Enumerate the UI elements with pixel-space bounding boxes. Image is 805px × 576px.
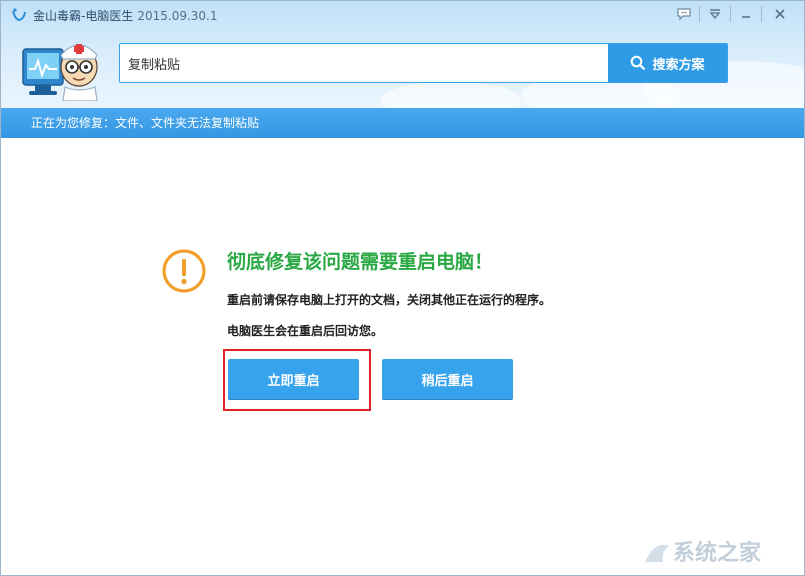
minimize-icon <box>742 16 750 18</box>
main-content: 彻底修复该问题需要重启电脑！ 重启前请保存电脑上打开的文档，关闭其他正在运行的程… <box>1 138 804 575</box>
window-title-text: 金山毒霸-电脑医生 <box>33 9 134 23</box>
search-icon <box>631 55 646 71</box>
window-version: 2015.09.30.1 <box>137 9 218 23</box>
close-icon <box>775 9 785 19</box>
title-separator <box>730 6 731 22</box>
restart-instruction: 重启前请保存电脑上打开的文档，关闭其他正在运行的程序。 <box>227 293 552 307</box>
search-box: 搜索方案 <box>119 43 728 83</box>
restart-now-button[interactable]: 立即重启 <box>228 359 359 399</box>
repair-status-text: 正在为您修复：文件、文件夹无法复制粘贴 <box>31 116 260 130</box>
menu-button[interactable] <box>702 4 728 24</box>
cloud-decoration <box>381 81 521 108</box>
title-separator <box>761 6 762 22</box>
header: 金山毒霸-电脑医生 2015.09.30.1 复制粘贴 搜索方案 <box>1 1 804 108</box>
search-button-label: 搜索方案 <box>652 57 705 73</box>
doctor-mascot-icon <box>22 44 98 101</box>
minimize-button[interactable] <box>733 4 759 24</box>
followup-note: 电脑医生会在重启后回访您。 <box>227 324 384 338</box>
search-input[interactable] <box>120 44 607 82</box>
dropdown-menu-icon <box>709 9 721 20</box>
kingsoft-logo-icon <box>12 8 26 22</box>
watermark-logo: 系统之家 <box>645 540 762 566</box>
chat-bubble-icon <box>677 8 691 21</box>
warning-circle-icon <box>162 249 206 293</box>
repair-status-bar: 正在为您修复：文件、文件夹无法复制粘贴 <box>1 108 804 138</box>
watermark-text: 系统之家 <box>673 540 762 566</box>
restart-later-button[interactable]: 稍后重启 <box>382 359 513 399</box>
search-button[interactable]: 搜索方案 <box>608 44 727 82</box>
close-button[interactable] <box>767 4 793 24</box>
window-title: 金山毒霸-电脑医生 2015.09.30.1 <box>33 7 218 24</box>
title-separator <box>699 6 700 22</box>
title-bar: 金山毒霸-电脑医生 2015.09.30.1 <box>1 1 804 29</box>
feedback-button[interactable] <box>671 4 697 24</box>
app-window: 金山毒霸-电脑医生 2015.09.30.1 复制粘贴 搜索方案 正在为您修复：… <box>0 0 805 576</box>
restart-headline: 彻底修复该问题需要重启电脑！ <box>227 251 494 273</box>
